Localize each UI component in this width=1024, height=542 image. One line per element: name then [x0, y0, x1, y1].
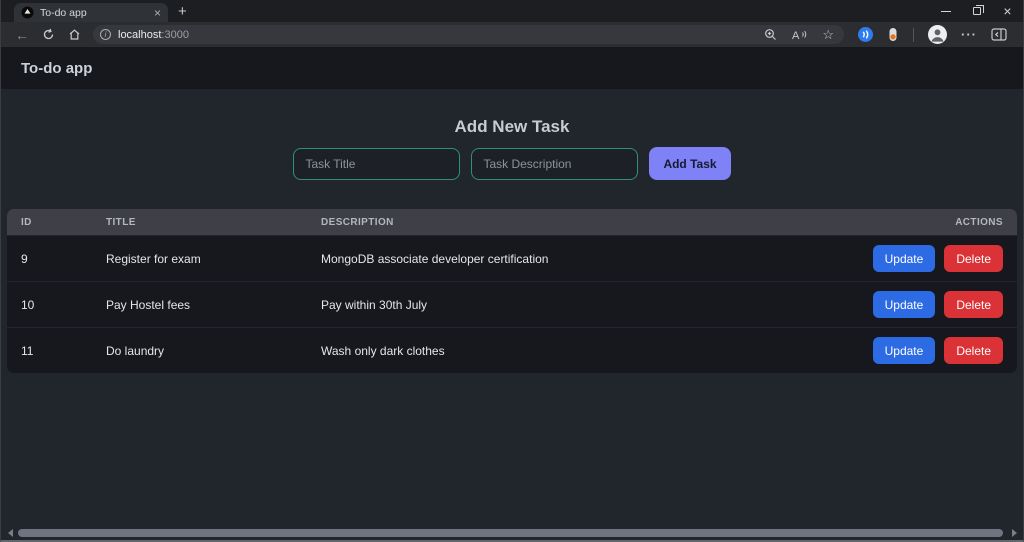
- favorites-star-icon[interactable]: ☆: [822, 28, 834, 41]
- column-header-description: DESCRIPTION: [321, 216, 394, 228]
- task-description-input[interactable]: [471, 147, 639, 180]
- sidebar-toggle-icon[interactable]: [991, 28, 1007, 41]
- favicon-icon: [21, 6, 34, 19]
- profile-avatar[interactable]: [928, 25, 947, 44]
- address-bar-icons: A ☆: [764, 28, 834, 41]
- url-text: localhost:3000: [118, 28, 189, 41]
- address-bar[interactable]: i localhost:3000 A ☆: [93, 25, 844, 44]
- table-body: 9 Register for exam MongoDB associate de…: [7, 235, 1017, 373]
- task-id-cell: 9: [21, 251, 28, 266]
- site-info-icon[interactable]: i: [100, 29, 111, 40]
- scroll-right-arrow[interactable]: [1012, 529, 1017, 537]
- maximize-button[interactable]: [961, 0, 992, 22]
- window-controls: ×: [930, 0, 1023, 22]
- tab-close-icon[interactable]: ×: [154, 7, 161, 19]
- table-row: 9 Register for exam MongoDB associate de…: [7, 235, 1017, 281]
- task-title-cell: Do laundry: [106, 343, 165, 358]
- table-row: 11 Do laundry Wash only dark clothes Upd…: [7, 327, 1017, 373]
- add-task-section: Add New Task Add Task: [1, 89, 1023, 180]
- page-title: To-do app: [21, 59, 93, 77]
- update-button[interactable]: Update: [872, 291, 936, 318]
- scroll-left-arrow[interactable]: [8, 529, 13, 537]
- column-header-title: TITLE: [106, 216, 136, 228]
- toolbar-divider: [913, 27, 914, 42]
- delete-button[interactable]: Delete: [944, 337, 1003, 364]
- horizontal-scrollbar: [1, 527, 1023, 539]
- page-content: To-do app Add New Task Add Task ID TITLE…: [1, 47, 1023, 540]
- extensions-area: ···: [858, 25, 1007, 44]
- tasks-table: ID TITLE DESCRIPTION ACTIONS 9 Register …: [6, 208, 1018, 374]
- delete-button[interactable]: Delete: [944, 291, 1003, 318]
- table-header-row: ID TITLE DESCRIPTION ACTIONS: [7, 209, 1017, 235]
- task-description-cell: MongoDB associate developer certificatio…: [321, 251, 549, 266]
- task-actions-cell: Update Delete: [843, 245, 1003, 272]
- minimize-button[interactable]: [930, 0, 961, 22]
- zoom-icon[interactable]: [764, 28, 777, 41]
- task-title-input[interactable]: [293, 147, 461, 180]
- browser-titlebar: To-do app × + ×: [1, 0, 1023, 22]
- task-actions-cell: Update Delete: [843, 291, 1003, 318]
- task-description-cell: Wash only dark clothes: [321, 343, 445, 358]
- browser-tab[interactable]: To-do app ×: [14, 3, 168, 22]
- column-header-actions: ACTIONS: [955, 216, 1003, 228]
- table-row: 10 Pay Hostel fees Pay within 30th July …: [7, 281, 1017, 327]
- tab-title: To-do app: [40, 6, 87, 19]
- svg-text:A: A: [792, 30, 800, 41]
- task-description-cell: Pay within 30th July: [321, 297, 428, 312]
- blue-extension-icon[interactable]: [858, 27, 873, 42]
- close-window-button[interactable]: ×: [992, 0, 1023, 22]
- task-actions-cell: Update Delete: [843, 337, 1003, 364]
- add-task-button[interactable]: Add Task: [649, 147, 731, 180]
- browser-window: To-do app × + × ← i localhost:3000 A ☆ ·…: [0, 0, 1024, 542]
- update-button[interactable]: Update: [872, 245, 936, 272]
- add-task-form: Add Task: [1, 147, 1023, 180]
- task-id-cell: 10: [21, 297, 35, 312]
- orange-extension-icon[interactable]: [887, 27, 899, 42]
- column-header-id: ID: [21, 216, 32, 228]
- minimize-icon: [940, 10, 951, 12]
- url-port: :3000: [161, 28, 189, 41]
- home-button[interactable]: [61, 24, 87, 45]
- restore-icon: [972, 5, 984, 15]
- app-header: To-do app: [1, 47, 1023, 89]
- add-task-heading: Add New Task: [454, 117, 570, 136]
- more-menu-button[interactable]: ···: [961, 27, 977, 42]
- delete-button[interactable]: Delete: [944, 245, 1003, 272]
- browser-toolbar: ← i localhost:3000 A ☆ ···: [1, 22, 1023, 47]
- new-tab-button[interactable]: +: [178, 4, 187, 19]
- scrollbar-thumb[interactable]: [18, 529, 1003, 537]
- update-button[interactable]: Update: [872, 337, 936, 364]
- task-title-cell: Pay Hostel fees: [106, 297, 191, 312]
- task-title-cell: Register for exam: [106, 251, 201, 266]
- refresh-button[interactable]: [35, 24, 61, 45]
- task-id-cell: 11: [21, 343, 34, 358]
- back-button[interactable]: ←: [9, 24, 35, 45]
- read-aloud-icon[interactable]: A: [792, 29, 807, 41]
